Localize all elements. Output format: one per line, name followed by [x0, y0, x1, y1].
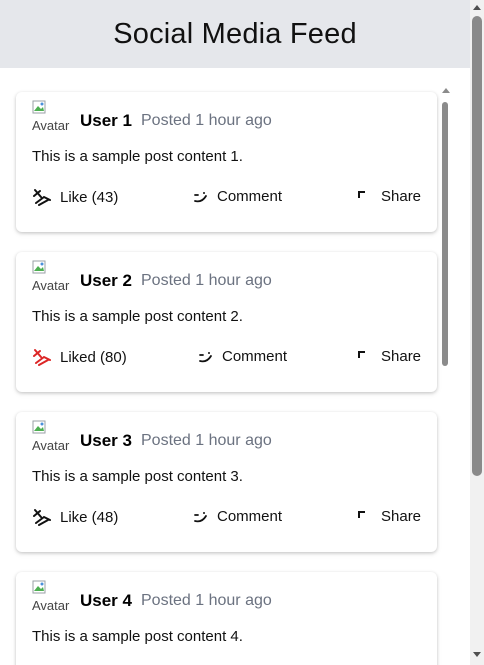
thumbs-up-icon: [33, 509, 51, 526]
post-content: This is a sample post content 3.: [32, 468, 243, 485]
post-content: This is a sample post content 2.: [32, 308, 243, 325]
window-scrollbar-thumb[interactable]: [472, 16, 482, 476]
comment-icon: [199, 351, 212, 362]
thumbs-up-icon: [33, 189, 51, 206]
page-title: Social Media Feed: [113, 17, 357, 50]
like-label: Like (48): [60, 508, 119, 526]
comment-label: Comment: [222, 348, 288, 365]
window-scrollbar[interactable]: [470, 0, 484, 665]
like-button[interactable]: Like (48): [32, 508, 118, 526]
app: Social Media Feed Avatar User 1 Posted 1…: [0, 0, 470, 665]
header: Social Media Feed: [0, 0, 470, 68]
post-header: Avatar User 3 Posted 1 hour ago: [32, 420, 421, 460]
broken-image-icon: [32, 420, 46, 434]
share-button[interactable]: Share: [357, 188, 421, 205]
share-button[interactable]: Share: [357, 508, 421, 525]
feed[interactable]: Avatar User 1 Posted 1 hour ago This is …: [0, 68, 470, 665]
post-actions: Like (48) Comment Share: [32, 508, 421, 532]
share-icon: [358, 510, 365, 518]
avatar: Avatar: [32, 100, 70, 138]
comment-button[interactable]: Comment: [198, 348, 287, 365]
comment-icon: [194, 191, 207, 202]
username[interactable]: User 2: [80, 271, 132, 291]
comment-icon: [194, 511, 207, 522]
post-content: This is a sample post content 1.: [32, 148, 243, 165]
broken-image-icon: [32, 580, 46, 594]
scroll-up-arrow-icon[interactable]: [441, 86, 451, 94]
share-label: Share: [381, 348, 422, 365]
like-label: Liked (80): [60, 348, 127, 366]
comment-button[interactable]: Comment: [193, 188, 282, 205]
post-card: Avatar User 4 Posted 1 hour ago This is …: [16, 572, 437, 665]
post-header: Avatar User 4 Posted 1 hour ago: [32, 580, 421, 620]
broken-image-icon: [32, 100, 46, 114]
comment-label: Comment: [217, 508, 283, 525]
share-label: Share: [381, 508, 422, 525]
post-card: Avatar User 1 Posted 1 hour ago This is …: [16, 92, 437, 232]
avatar: Avatar: [32, 580, 70, 618]
post-timestamp: Posted 1 hour ago: [141, 272, 272, 289]
post-timestamp: Posted 1 hour ago: [141, 592, 272, 609]
like-label: Like (43): [60, 188, 119, 206]
like-button[interactable]: Liked (80): [32, 348, 127, 366]
feed-scrollbar[interactable]: [440, 86, 452, 665]
avatar-alt-text: Avatar: [32, 118, 70, 133]
scroll-up-arrow-icon[interactable]: [473, 4, 481, 10]
post-timestamp: Posted 1 hour ago: [141, 112, 272, 129]
comment-label: Comment: [217, 188, 283, 205]
share-button[interactable]: Share: [357, 348, 421, 365]
share-label: Share: [381, 188, 422, 205]
post-timestamp: Posted 1 hour ago: [141, 432, 272, 449]
thumbs-up-filled-icon: [33, 349, 51, 366]
username[interactable]: User 4: [80, 591, 132, 611]
username[interactable]: User 1: [80, 111, 132, 131]
like-button[interactable]: Like (43): [32, 188, 118, 206]
broken-image-icon: [32, 260, 46, 274]
avatar-alt-text: Avatar: [32, 438, 70, 453]
comment-button[interactable]: Comment: [193, 508, 282, 525]
feed-scrollbar-thumb[interactable]: [442, 102, 448, 366]
post-actions: Liked (80) Comment Share: [32, 348, 421, 372]
avatar-alt-text: Avatar: [32, 278, 70, 293]
post-card: Avatar User 3 Posted 1 hour ago This is …: [16, 412, 437, 552]
username[interactable]: User 3: [80, 431, 132, 451]
avatar-alt-text: Avatar: [32, 598, 70, 613]
share-icon: [358, 350, 365, 358]
post-header: Avatar User 1 Posted 1 hour ago: [32, 100, 421, 140]
post-content: This is a sample post content 4.: [32, 628, 243, 645]
share-icon: [358, 190, 365, 198]
post-header: Avatar User 2 Posted 1 hour ago: [32, 260, 421, 300]
avatar: Avatar: [32, 260, 70, 298]
avatar: Avatar: [32, 420, 70, 458]
scroll-down-arrow-icon[interactable]: [473, 652, 481, 658]
post-actions: Like (43) Comment Share: [32, 188, 421, 212]
post-card: Avatar User 2 Posted 1 hour ago This is …: [16, 252, 437, 392]
